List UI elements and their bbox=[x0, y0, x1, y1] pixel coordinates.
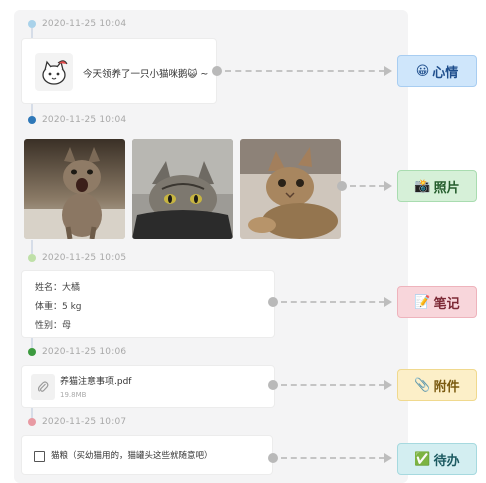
unchecked-checkbox[interactable] bbox=[34, 451, 45, 462]
entry-timestamp: 2020-11-25 10:05 bbox=[42, 253, 127, 263]
tag-todo[interactable]: ✅ 待办 bbox=[397, 443, 477, 475]
timeline-line bbox=[31, 338, 33, 348]
note-line-name: 姓名：大橘 bbox=[35, 283, 81, 293]
connector-dot bbox=[337, 181, 347, 191]
connector-arrow bbox=[384, 66, 392, 76]
cat-photo-tabby-lying[interactable] bbox=[240, 139, 341, 239]
tag-notes[interactable]: 📝 笔记 bbox=[397, 286, 477, 318]
connector-arrow bbox=[384, 297, 392, 307]
connector-arrow bbox=[384, 380, 392, 390]
timeline-line bbox=[31, 240, 33, 254]
timeline-dot bbox=[28, 348, 36, 356]
tag-label: 待办 bbox=[433, 453, 460, 469]
cat-sticker-avatar bbox=[35, 53, 73, 91]
check-mark-icon: ✅ bbox=[414, 451, 431, 467]
connector-line bbox=[281, 457, 385, 459]
note-line-gender: 性别：母 bbox=[35, 321, 72, 331]
connector-arrow bbox=[384, 181, 392, 191]
connector-dot bbox=[268, 297, 278, 307]
connector-line bbox=[350, 185, 385, 187]
todo-text: 猫粮（买幼猫用的，猫罐头这些就随意吧） bbox=[51, 451, 213, 461]
timeline-dot bbox=[28, 116, 36, 124]
tag-label: 笔记 bbox=[433, 296, 460, 312]
timeline-line bbox=[31, 28, 33, 38]
paperclip-icon bbox=[31, 374, 55, 400]
tag-label: 心情 bbox=[432, 65, 459, 81]
tag-label: 附件 bbox=[433, 379, 460, 395]
timeline-dot bbox=[28, 20, 36, 28]
tag-attachment[interactable]: 📎 附件 bbox=[397, 369, 477, 401]
attachment-card[interactable]: 养猫注意事项.pdf 19.8MB bbox=[21, 365, 275, 408]
connector-dot bbox=[268, 380, 278, 390]
note-line-weight: 体重：5 kg bbox=[35, 302, 82, 312]
timeline-dot bbox=[28, 254, 36, 262]
tag-photos[interactable]: 📸 照片 bbox=[397, 170, 477, 202]
mood-text: 今天领养了一只小猫咪鹅😺 ~ bbox=[83, 69, 209, 80]
timeline-line bbox=[31, 104, 33, 116]
entry-timestamp: 2020-11-25 10:04 bbox=[42, 115, 127, 125]
entry-timestamp: 2020-11-25 10:06 bbox=[42, 347, 127, 357]
connector-line bbox=[225, 70, 385, 72]
connector-dot bbox=[212, 66, 222, 76]
tag-label: 照片 bbox=[433, 180, 460, 196]
connector-arrow bbox=[384, 453, 392, 463]
todo-card[interactable]: 猫粮（买幼猫用的，猫罐头这些就随意吧） bbox=[21, 435, 273, 475]
camera-icon: 📸 bbox=[414, 178, 431, 194]
connector-line bbox=[281, 384, 385, 386]
tag-mood[interactable]: 😀 心情 bbox=[397, 55, 477, 87]
smile-icon: 😀 bbox=[415, 63, 430, 79]
entry-timestamp: 2020-11-25 10:07 bbox=[42, 417, 127, 427]
memo-icon: 📝 bbox=[414, 294, 431, 310]
cat-photo-tabby-peeking[interactable] bbox=[132, 139, 233, 239]
attachment-filename[interactable]: 养猫注意事项.pdf bbox=[60, 374, 131, 387]
attachment-filesize: 19.8MB bbox=[60, 391, 87, 399]
timeline-dot bbox=[28, 418, 36, 426]
connector-dot bbox=[268, 453, 278, 463]
note-card[interactable]: 姓名：大橘 体重：5 kg 性别：母 bbox=[21, 270, 275, 338]
paperclip-icon: 📎 bbox=[414, 377, 431, 393]
entry-timestamp: 2020-11-25 10:04 bbox=[42, 19, 127, 29]
cat-photo-kitten-meowing[interactable] bbox=[24, 139, 125, 239]
mood-card[interactable]: 今天领养了一只小猫咪鹅😺 ~ bbox=[21, 38, 217, 104]
connector-line bbox=[281, 301, 385, 303]
